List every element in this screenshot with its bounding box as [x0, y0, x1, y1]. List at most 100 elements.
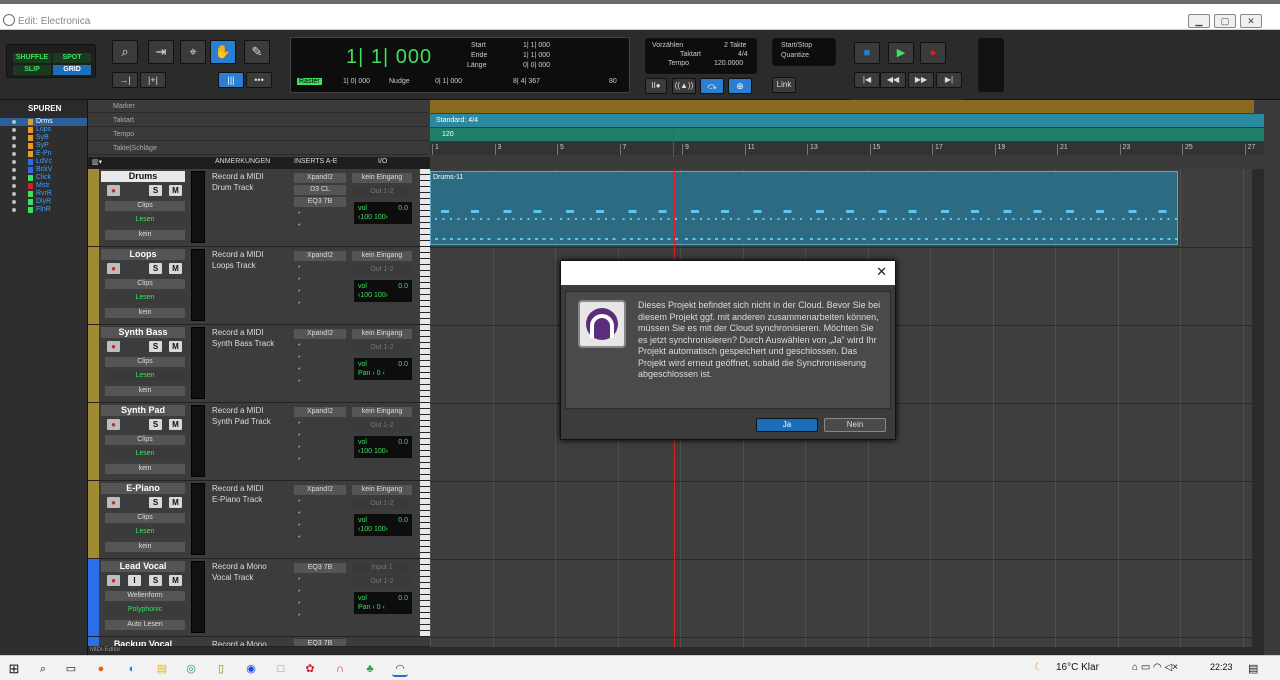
track-name[interactable]: Synth Pad [101, 405, 185, 416]
volume-pan-box[interactable]: vol 0.0 ‹100 100› [354, 514, 412, 536]
insert-slot[interactable]: • [294, 275, 346, 285]
mix-window-icon[interactable]: ||| [218, 72, 244, 88]
edge-icon[interactable]: ◐ [124, 661, 140, 677]
insert-slot[interactable]: • [294, 521, 346, 531]
record-arm-button[interactable]: ● [107, 575, 120, 586]
track-name[interactable]: Drums [101, 171, 185, 182]
view-selector[interactable]: Clips [105, 279, 185, 289]
insert-slot[interactable]: Xpand!2 [294, 173, 346, 183]
grid-mode-button[interactable]: GRID [53, 65, 91, 75]
volume-value[interactable]: 0.0 [398, 204, 408, 213]
mute-button[interactable]: M [169, 419, 182, 430]
insert-slot[interactable]: • [294, 221, 346, 231]
show-hide-icon[interactable] [12, 192, 16, 196]
tempo-value[interactable]: 120.0000 [714, 60, 743, 67]
volume-value[interactable]: 0.0 [398, 594, 408, 603]
insert-slot[interactable]: EQ3 7B [294, 197, 346, 207]
view-menu-icon[interactable]: ▥▾ [92, 158, 102, 166]
mute-button[interactable]: M [169, 497, 182, 508]
start-stop-button[interactable]: Start/Stop [781, 42, 812, 49]
automation-mode-selector[interactable]: Lesen [105, 293, 185, 303]
track-strip[interactable]: Drums ● S M Clips Lesen kein Record a MIDI Drum … [88, 169, 430, 247]
record-arm-button[interactable]: ● [107, 185, 120, 196]
volume-pan-box[interactable]: vol 0.0 ‹100 100› [354, 202, 412, 224]
track-strip[interactable]: Loops ● S M Clips Lesen kein Record a MIDI Loops… [88, 247, 430, 325]
meter-ruler[interactable]: Standard: 4/4 [430, 114, 1264, 127]
nudge-left-icon[interactable]: →| [112, 72, 138, 88]
view-selector[interactable]: Clips [105, 513, 185, 523]
insert-slot[interactable]: • [294, 509, 346, 519]
track-strip[interactable]: Synth Pad ● S M Clips Lesen kein Record a MIDI S… [88, 403, 430, 481]
start-value[interactable]: 1| 1| 000 [523, 42, 550, 49]
search-icon[interactable]: ⌕ [35, 661, 51, 677]
quantize-button[interactable]: Quantize [781, 52, 809, 59]
file-explorer-icon[interactable]: ▤ [154, 661, 170, 677]
pan-value[interactable]: Pan › 0 ‹ [358, 369, 408, 378]
tab-to-transient-icon[interactable]: |+| [140, 72, 166, 88]
input-selector[interactable]: kein Eingang [352, 173, 412, 183]
tracks-list-item[interactable]: Lops [0, 126, 87, 134]
insert-slot[interactable]: • [294, 263, 346, 273]
tracks-list-item[interactable]: FlnR [0, 206, 87, 214]
app-icon-green[interactable]: ◎ [183, 661, 199, 677]
insert-slot[interactable]: • [294, 587, 346, 597]
track-backup-vocal[interactable]: Backup Vocal Record a Mono EQ3 7B [88, 637, 430, 647]
fast-forward-icon[interactable]: ▶▶ [908, 72, 934, 88]
solo-button[interactable]: S [149, 419, 162, 430]
show-hide-icon[interactable] [12, 176, 16, 180]
insert-slot[interactable]: • [294, 443, 346, 453]
yes-button[interactable]: Ja [756, 418, 818, 432]
pencil-tool-icon[interactable]: ✎ [244, 40, 270, 64]
insert-slot[interactable]: EQ3 7B [294, 563, 346, 573]
output-selector[interactable]: Out 1-2 [352, 265, 412, 275]
show-hide-icon[interactable] [12, 120, 16, 124]
loop-icon[interactable]: ⤼ [700, 78, 724, 94]
insert-slot[interactable]: • [294, 353, 346, 363]
insert-slot[interactable]: • [294, 455, 346, 465]
insert-slot[interactable]: • [294, 419, 346, 429]
raster-value[interactable]: 1| 0| 000 [343, 78, 370, 85]
automation-mode-selector[interactable]: Lesen [105, 215, 185, 225]
group-selector[interactable]: kein [105, 308, 185, 318]
insert-slot[interactable]: • [294, 365, 346, 375]
show-hide-icon[interactable] [12, 152, 16, 156]
input-selector[interactable]: kein Eingang [352, 251, 412, 261]
insert-slot[interactable]: EQ3 7B [294, 639, 346, 646]
mute-button[interactable]: M [169, 185, 182, 196]
view-selector[interactable]: Clips [105, 357, 185, 367]
app-icon-leaf[interactable]: ♣ [362, 661, 378, 677]
shuffle-mode-button[interactable]: SHUFFLE [13, 53, 51, 63]
vertical-scrollbar[interactable] [1252, 169, 1264, 647]
volume-pan-box[interactable]: vol 0.0 ‹100 100› [354, 436, 412, 458]
task-view-icon[interactable]: ▭ [63, 661, 79, 677]
tracks-list-item[interactable]: RvrR [0, 190, 87, 198]
record-button[interactable]: ● [920, 42, 946, 64]
automation-mode-selector[interactable]: Lesen [105, 449, 185, 459]
track-notes[interactable]: Record a MIDI E-Piano Track [212, 483, 290, 505]
solo-button[interactable]: S [149, 185, 162, 196]
insert-slot[interactable]: • [294, 599, 346, 609]
input-selector[interactable]: Input 1 [352, 563, 412, 573]
input-selector[interactable]: kein Eingang [352, 485, 412, 495]
insert-slot[interactable]: • [294, 299, 346, 309]
show-hide-icon[interactable] [12, 136, 16, 140]
group-selector[interactable]: kein [105, 230, 185, 240]
view-selector[interactable]: Clips [105, 201, 185, 211]
output-selector[interactable]: Out 1-2 [352, 421, 412, 431]
output-selector[interactable]: Out 1-2 [352, 343, 412, 353]
group-selector[interactable]: Auto Lesen [105, 620, 185, 630]
group-selector[interactable]: kein [105, 464, 185, 474]
volume-value[interactable]: 0.0 [398, 438, 408, 447]
stop-button[interactable]: ■ [854, 42, 880, 64]
track-name[interactable]: Lead Vocal [101, 561, 185, 572]
insert-slot[interactable]: • [294, 431, 346, 441]
pro-tools-taskbar-icon[interactable]: ◠ [392, 661, 408, 677]
midi-editor-label[interactable]: MIDI-Editor [90, 647, 120, 653]
slip-mode-button[interactable]: SLIP [13, 65, 51, 75]
no-button[interactable]: Nein [824, 418, 886, 432]
view-selector[interactable]: Clips [105, 435, 185, 445]
tracks-list-item[interactable]: SyB [0, 134, 87, 142]
mute-button[interactable]: M [169, 341, 182, 352]
insert-slot[interactable]: Xpand!2 [294, 251, 346, 261]
windows-start-icon[interactable]: ⊞ [6, 661, 22, 677]
